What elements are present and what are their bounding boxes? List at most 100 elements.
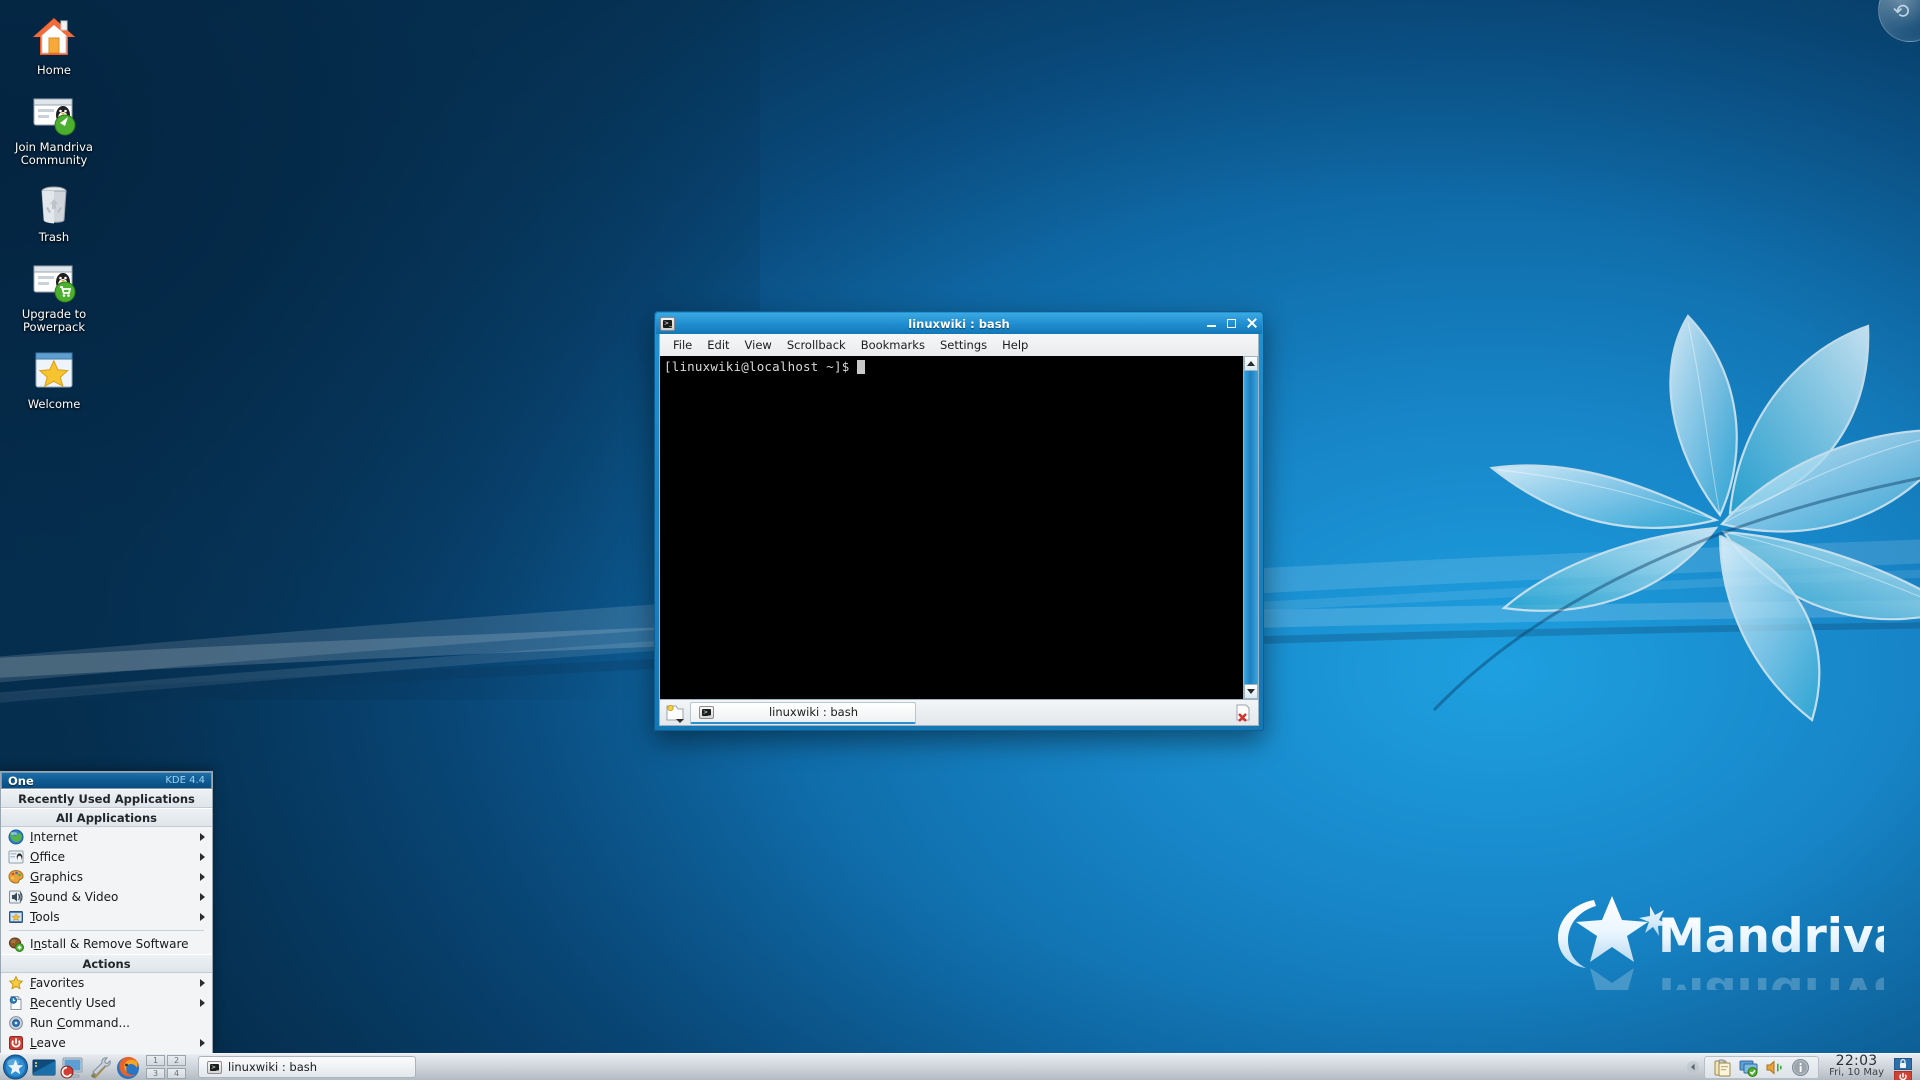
kmenu-section-all: All Applications [1,808,212,827]
terminal-icon: >_ [699,705,714,719]
desktop-icon-label: Upgrade to Powerpack [21,307,87,334]
system-tray-icons [1704,1055,1820,1079]
desktop-icon-area: Home Join Mandriva Community Trash Upgra… [0,6,108,423]
kmenu-item-internet[interactable]: Internet [1,827,212,847]
home-folder-icon [30,12,78,60]
volume-icon[interactable] [1765,1058,1784,1077]
konsole-tabbar: >_ linuxwiki : bash [659,700,1259,726]
terminal-prompt-line: [linuxwiki@localhost ~]$ [664,359,1239,374]
submenu-arrow-icon [200,853,205,861]
kmenu-title: One [8,773,34,788]
logout-icon[interactable] [1893,1068,1913,1080]
kmenu-item-label: Internet [30,830,78,844]
terminal-cursor [857,360,866,374]
display-configuration-icon[interactable] [1739,1058,1758,1077]
taskbar-panel: 1 2 3 4 >_ linuxwiki : bash 22:03 Fri, 1… [0,1053,1920,1080]
window-title: linuxwiki : bash [908,316,1010,331]
system-tray: 22:03 Fri, 10 May [1686,1054,1918,1080]
desktop-icon-trash[interactable]: Trash [0,179,108,244]
terminal-body: [linuxwiki@localhost ~]$ [659,356,1259,700]
terminal-prompt-text: [linuxwiki@localhost ~]$ [664,359,858,374]
kmenu-item-run-command[interactable]: Run Command... [1,1013,212,1033]
taskbar-task-konsole[interactable]: >_ linuxwiki : bash [198,1056,416,1078]
maximize-button[interactable] [1225,317,1238,330]
svg-text:Mandriva: Mandriva [1658,966,1884,990]
konsole-window[interactable]: >_ linuxwiki : bash File Edit View Scrol… [654,311,1264,731]
submenu-arrow-icon [200,999,205,1007]
package-icon [8,936,24,952]
menu-bookmarks[interactable]: Bookmarks [854,336,932,354]
menu-edit[interactable]: Edit [700,336,736,354]
kmenu-item-label: Graphics [30,870,84,884]
kmenu-item-label: Recently Used [30,996,116,1010]
menu-scrollback[interactable]: Scrollback [780,336,853,354]
window-titlebar[interactable]: >_ linuxwiki : bash [656,313,1262,334]
kmenu-item-office[interactable]: Office [1,847,212,867]
show-desktop-icon[interactable] [31,1055,57,1080]
firefox-icon[interactable] [115,1055,141,1080]
submenu-arrow-icon [200,873,205,881]
kmenu-item-graphics[interactable]: Graphics [1,867,212,887]
kmenu-item-label: Favorites [30,976,85,990]
pager-desktop-3[interactable]: 3 [146,1068,165,1079]
system-tools-icon[interactable] [87,1055,113,1080]
new-tab-icon[interactable] [664,702,686,724]
kde-menu-button[interactable] [2,1054,29,1080]
run-command-icon [8,1015,24,1031]
pager-desktop-4[interactable]: 4 [167,1068,186,1079]
scroll-down-icon[interactable] [1244,684,1258,699]
kmenu-item-install-remove-software[interactable]: Install & Remove Software [1,934,212,954]
tab-label: linuxwiki : bash [768,705,859,719]
kmenu-item-recently-used[interactable]: Recently Used [1,993,212,1013]
kmenu-item-label: Office [30,850,66,864]
trash-icon [30,179,78,227]
globe-icon [8,829,24,845]
desktop-icon-label: Trash [38,230,70,244]
minimize-button[interactable] [1205,317,1218,330]
submenu-arrow-icon [200,1039,205,1047]
terminal-scrollbar[interactable] [1243,356,1258,699]
kmenu-item-tools[interactable]: Tools [1,907,212,927]
scroll-up-icon[interactable] [1244,356,1258,371]
terminal-screen[interactable]: [linuxwiki@localhost ~]$ [660,356,1243,699]
palette-icon [8,869,24,885]
klipper-clipboard-icon[interactable] [1713,1058,1732,1077]
pager-desktop-1[interactable]: 1 [146,1055,165,1066]
recent-document-icon [8,995,24,1011]
desktop-icon-home[interactable]: Home [0,12,108,77]
desktop-pager[interactable]: 1 2 3 4 [146,1055,186,1079]
kmenu-item-leave[interactable]: Leave [1,1033,212,1053]
kde-application-menu[interactable]: One KDE 4.4 Recently Used Applications A… [0,771,213,1053]
menu-settings[interactable]: Settings [933,336,994,354]
lock-screen-icon[interactable] [1893,1055,1913,1070]
menu-view[interactable]: View [738,336,779,354]
desktop-icon-join-mandriva-community[interactable]: Join Mandriva Community [0,89,108,167]
svg-text:Mandriva: Mandriva [1658,909,1884,964]
tray-expand-arrow-icon[interactable] [1686,1056,1700,1078]
mandriva-control-center-icon[interactable] [59,1055,85,1080]
terminal-icon: >_ [660,316,675,331]
wallpaper-leaf-ornament [1432,314,1920,722]
kmenu-item-label: Run Command... [30,1016,130,1030]
panel-clock[interactable]: 22:03 Fri, 10 May [1823,1054,1890,1078]
desktop-icon-label: Join Mandriva Community [15,140,93,167]
notifications-info-icon[interactable] [1791,1058,1810,1077]
speaker-icon [8,889,24,905]
desktop-icon-welcome[interactable]: Welcome [0,346,108,411]
kmenu-item-sound-and-video[interactable]: Sound & Video [1,887,212,907]
pager-desktop-2[interactable]: 2 [167,1055,186,1066]
kmenu-separator [9,930,204,931]
kmenu-item-favorites[interactable]: Favorites [1,973,212,993]
menu-help[interactable]: Help [995,336,1035,354]
kmenu-item-label: Leave [30,1036,66,1050]
menu-file[interactable]: File [666,336,699,354]
kmenu-version: KDE 4.4 [165,775,205,786]
scrollbar-track[interactable] [1244,371,1258,684]
close-button[interactable] [1245,317,1258,330]
terminal-icon: >_ [207,1060,222,1074]
desktop-icon-upgrade-to-powerpack[interactable]: Upgrade to Powerpack [0,256,108,334]
upgrade-powerpack-icon [30,256,78,304]
terminal-tab[interactable]: >_ linuxwiki : bash [690,701,916,724]
close-tab-icon[interactable] [1234,703,1254,723]
kmenu-item-label: Install & Remove Software [30,937,189,951]
